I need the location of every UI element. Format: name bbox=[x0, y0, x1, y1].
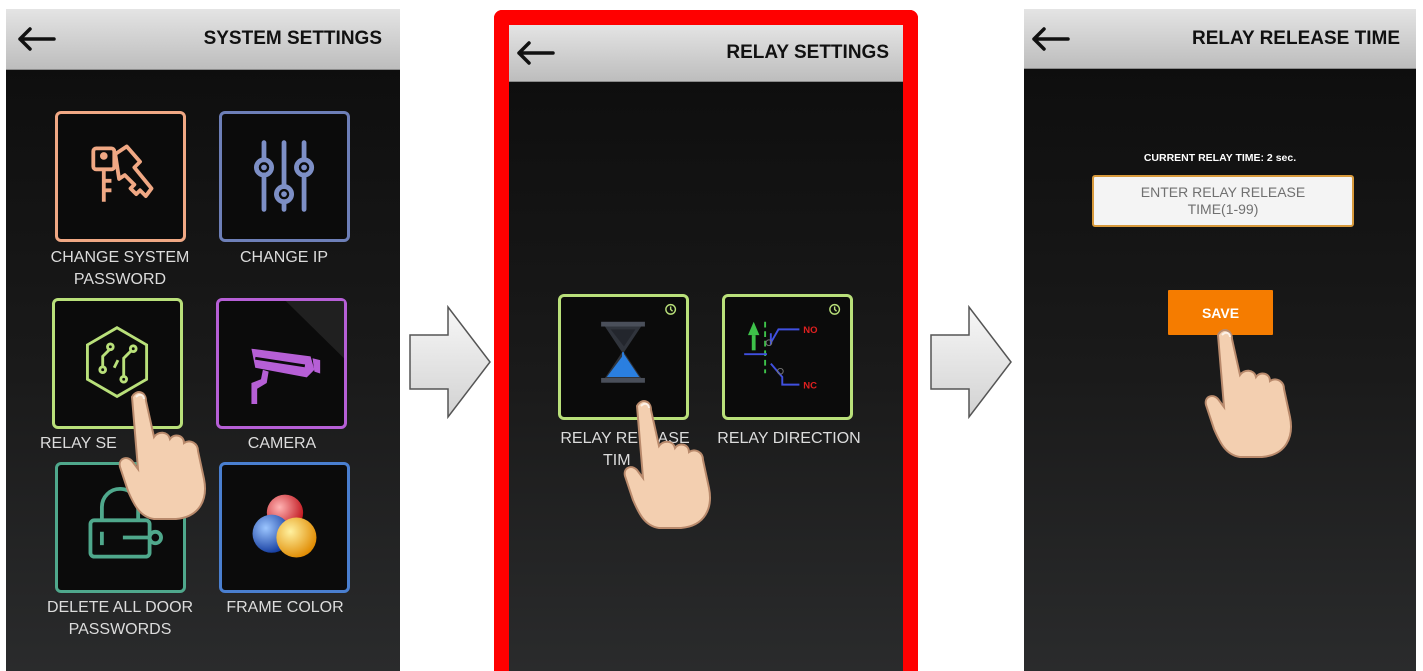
camera-icon bbox=[251, 301, 344, 405]
arrow-right-icon bbox=[930, 305, 1012, 419]
relay-release-time-input[interactable]: ENTER RELAY RELEASE TIME(1-99) bbox=[1092, 175, 1354, 227]
arrow-right-icon bbox=[409, 305, 491, 419]
change-ip-label: CHANGE IP bbox=[239, 249, 328, 266]
pointing-hand-icon bbox=[118, 391, 206, 520]
header-bar: SYSTEM SETTINGS bbox=[6, 9, 400, 70]
sliders-icon bbox=[253, 140, 315, 212]
page-title: SYSTEM SETTINGS bbox=[203, 28, 382, 49]
change-system-password-button[interactable] bbox=[55, 111, 186, 242]
page-title: RELAY SETTINGS bbox=[726, 42, 889, 63]
arrow-left-icon bbox=[517, 41, 555, 65]
page-title: RELAY RELEASE TIME bbox=[1192, 27, 1400, 49]
header-bar: RELAY RELEASE TIME bbox=[1024, 9, 1416, 69]
camera-button[interactable] bbox=[216, 298, 347, 429]
input-placeholder: ENTER RELAY RELEASE TIME(1-99) bbox=[1140, 184, 1306, 217]
frame-color-button[interactable] bbox=[219, 462, 350, 593]
save-button-label: SAVE bbox=[1201, 304, 1240, 321]
camera-label: CAMERA bbox=[247, 435, 317, 452]
arrow-left-icon bbox=[18, 27, 56, 51]
color-balls-icon bbox=[252, 494, 317, 558]
svg-text:NC: NC bbox=[803, 380, 817, 391]
frame-color-label: FRAME COLOR bbox=[226, 599, 344, 616]
system-settings-screen: SYSTEM SETTINGS CHANGE SYSTEM PASSWORD C… bbox=[6, 9, 400, 671]
pointing-hand-icon bbox=[1204, 329, 1292, 458]
keys-icon bbox=[91, 144, 154, 202]
pointing-hand-icon bbox=[623, 400, 711, 529]
arrow-left-icon bbox=[1032, 26, 1070, 51]
current-relay-time-text: CURRENT RELAY TIME: 2 sec. bbox=[1143, 152, 1297, 164]
change-system-password-label: CHANGE SYSTEM PASSWORD bbox=[50, 249, 190, 288]
relay-switch-icon: NO NC bbox=[744, 303, 841, 391]
header-bar: RELAY SETTINGS bbox=[509, 25, 903, 82]
change-ip-button[interactable] bbox=[219, 111, 350, 242]
back-button[interactable] bbox=[515, 25, 555, 81]
back-button[interactable] bbox=[16, 9, 56, 69]
relay-release-time-screen: RELAY RELEASE TIME CURRENT RELAY TIME: 2… bbox=[1024, 9, 1416, 671]
relay-direction-button[interactable]: NO NC bbox=[722, 294, 853, 420]
delete-all-door-passwords-label: DELETE ALL DOOR PASSWORDS bbox=[46, 599, 194, 638]
svg-text:NO: NO bbox=[803, 325, 817, 336]
back-button[interactable] bbox=[1030, 9, 1070, 68]
relay-settings-screen: RELAY SETTINGS RELAY RELEASE TIM bbox=[494, 10, 918, 671]
